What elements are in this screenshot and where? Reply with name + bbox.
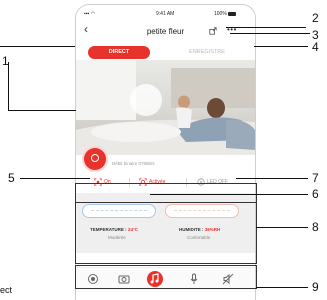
callout-2: 2 bbox=[312, 11, 319, 25]
callout-line bbox=[256, 227, 308, 228]
callout-9: 9 bbox=[312, 280, 319, 294]
battery-percent: 100% bbox=[214, 11, 227, 17]
status-time: 9:41 AM bbox=[156, 11, 175, 17]
sensors-highlight-box bbox=[75, 202, 257, 264]
battery-icon bbox=[228, 11, 237, 16]
toolbar-highlight-box bbox=[75, 265, 257, 289]
callout-line bbox=[226, 27, 306, 28]
callout-8: 8 bbox=[312, 220, 319, 234]
share-icon[interactable] bbox=[209, 27, 217, 35]
callout-line bbox=[8, 62, 9, 110]
tab-direct[interactable]: DIRECT bbox=[88, 46, 150, 59]
record-icon bbox=[91, 154, 99, 162]
callout-line bbox=[8, 110, 76, 111]
callout-line bbox=[254, 46, 308, 47]
bitrate-text: Débit binaire 0768b/s bbox=[112, 161, 155, 166]
callout-6: 6 bbox=[312, 187, 319, 201]
callout-line bbox=[236, 178, 308, 179]
signal-wifi-icon: ▪▪▪ ◠ bbox=[84, 11, 96, 17]
live-video-feed[interactable] bbox=[76, 60, 255, 155]
callout-line bbox=[0, 46, 75, 47]
callout-4: 4 bbox=[312, 40, 319, 54]
callout-7: 7 bbox=[312, 171, 319, 185]
video-frame-image bbox=[76, 60, 255, 155]
status-battery: 100% bbox=[214, 11, 237, 17]
cropped-edge-text: ect bbox=[0, 285, 13, 295]
record-button[interactable] bbox=[84, 148, 106, 170]
callout-line bbox=[20, 178, 90, 179]
callout-line bbox=[256, 287, 308, 288]
callout-line bbox=[230, 33, 310, 34]
callout-line bbox=[150, 194, 308, 195]
tab-enregistre[interactable]: ENREGISTRE bbox=[176, 46, 238, 59]
controls-highlight-box bbox=[75, 183, 257, 203]
callout-5: 5 bbox=[8, 171, 15, 185]
callout-1: 1 bbox=[2, 54, 9, 68]
